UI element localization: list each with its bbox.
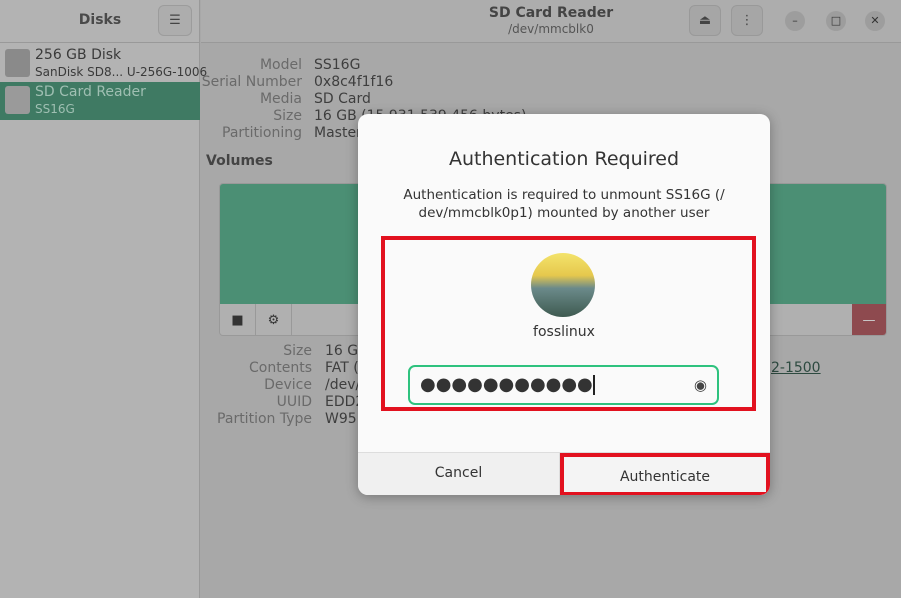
- password-field[interactable]: ●●●●●●●●●●● ◉: [408, 365, 719, 405]
- disk-name: SD Card Reader: [35, 84, 146, 100]
- settings-button[interactable]: ⚙: [256, 304, 292, 335]
- media-label: Media: [259, 91, 302, 107]
- partition-type-label: Partition Type: [217, 411, 312, 427]
- model-value: SS16G: [314, 57, 361, 73]
- menu-button[interactable]: ☰: [158, 5, 192, 36]
- size-label: Size: [273, 108, 302, 124]
- kebab-menu-icon: ⋮: [740, 13, 754, 28]
- serial-label: Serial Number: [201, 74, 302, 90]
- delete-partition-button[interactable]: —: [852, 304, 886, 335]
- username: fosslinux: [533, 324, 595, 340]
- eject-icon: ⏏: [698, 13, 712, 28]
- authenticate-button[interactable]: Authenticate: [560, 453, 770, 495]
- minus-icon: —: [862, 313, 876, 328]
- mount-point-link[interactable]: 2-1500: [771, 360, 821, 376]
- text-caret: [592, 375, 595, 395]
- disk-item-256gb[interactable]: 256 GB Disk SanDisk SD8... U-256G-1006: [0, 45, 207, 83]
- disk-subtitle: SS16G: [35, 102, 75, 116]
- eject-button[interactable]: ⏏: [689, 5, 721, 36]
- disk-item-sd-card[interactable]: SD Card Reader SS16G: [0, 82, 200, 120]
- password-dots: ●●●●●●●●●●●: [420, 374, 593, 395]
- close-button[interactable]: ✕: [865, 11, 885, 31]
- sidebar-header: Disks ☰: [0, 0, 199, 43]
- stop-icon: ■: [231, 313, 244, 328]
- uuid-label: UUID: [276, 394, 312, 410]
- sd-card-icon: [5, 86, 30, 114]
- more-button[interactable]: ⋮: [731, 5, 763, 36]
- model-label: Model: [259, 57, 302, 73]
- partition-type-value: W95: [325, 411, 357, 427]
- dialog-title: Authentication Required: [448, 148, 680, 170]
- auth-dialog: Authentication Required Authentication i…: [358, 114, 770, 495]
- hamburger-icon: ☰: [169, 13, 181, 28]
- unmount-button[interactable]: ■: [220, 304, 256, 335]
- maximize-button[interactable]: □: [826, 11, 846, 31]
- sidebar: Disks ☰ 256 GB Disk SanDisk SD8... U-256…: [0, 0, 207, 598]
- vol-size-label: Size: [283, 343, 312, 359]
- volumes-heading: Volumes: [206, 153, 273, 169]
- dialog-message: Authentication is required to unmount SS…: [403, 187, 725, 221]
- gear-icon: ⚙: [267, 313, 280, 328]
- user-avatar: [531, 253, 595, 317]
- show-password-eye-icon[interactable]: ◉: [694, 376, 707, 394]
- disk-name: 256 GB Disk: [35, 47, 122, 63]
- dialog-buttons: Cancel Authenticate: [358, 452, 770, 495]
- device-label: Device: [264, 377, 312, 393]
- disk-subtitle: SanDisk SD8... U-256G-1006: [35, 65, 208, 79]
- contents-value: FAT (: [325, 360, 359, 376]
- hard-disk-icon: [5, 49, 30, 77]
- header-bar: SD Card Reader /dev/mmcblk0 ⏏ ⋮ – □ ✕: [201, 0, 901, 43]
- cancel-button[interactable]: Cancel: [358, 453, 560, 495]
- minimize-button[interactable]: –: [785, 11, 805, 31]
- device-value: /dev/: [325, 377, 361, 393]
- media-value: SD Card: [314, 91, 371, 107]
- partitioning-label: Partitioning: [222, 125, 302, 141]
- contents-label: Contents: [249, 360, 312, 376]
- serial-value: 0x8c4f1f16: [314, 74, 394, 90]
- password-value: ●●●●●●●●●●●: [420, 374, 595, 395]
